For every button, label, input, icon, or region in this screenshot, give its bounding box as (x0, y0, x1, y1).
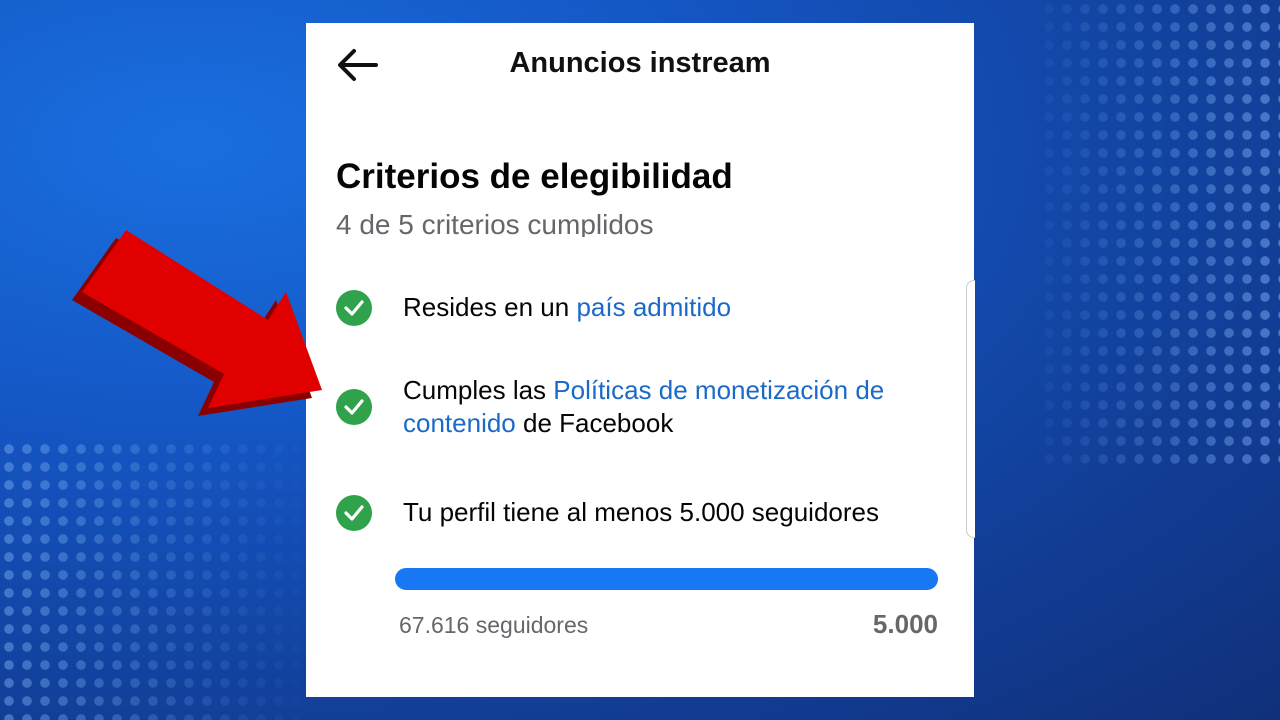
criterion-prefix: Resides en un (403, 292, 577, 322)
scrollbar-edge (966, 280, 975, 538)
section-title: Criterios de elegibilidad (336, 157, 733, 196)
check-circle-icon (336, 389, 372, 425)
followers-count: 67.616 seguidores (399, 612, 589, 638)
criterion-text: Cumples las Políticas de monetización de… (403, 374, 943, 440)
followers-progress-bar (395, 568, 938, 590)
background-dot-pattern-right (1040, 0, 1280, 470)
criterion-prefix: Cumples las (403, 375, 554, 405)
criterion-text: Tu perfil tiene al menos 5.000 seguidore… (403, 497, 879, 527)
criteria-count: 4 de 5 criterios cumplidos (336, 209, 654, 237)
check-circle-icon (336, 495, 372, 531)
eligibility-screen: Anuncios instream Criterios de elegibili… (306, 23, 974, 697)
criterion-suffix: de Facebook (515, 408, 674, 438)
background-dot-pattern-left (0, 440, 300, 720)
page-title: Anuncios instream (509, 47, 771, 79)
criterion-text: Resides en un país admitido (403, 291, 943, 324)
followers-goal: 5.000 (872, 609, 938, 639)
check-circle-icon (336, 290, 372, 326)
red-arrow-icon (72, 230, 322, 416)
supported-country-link[interactable]: país admitido (576, 292, 731, 322)
